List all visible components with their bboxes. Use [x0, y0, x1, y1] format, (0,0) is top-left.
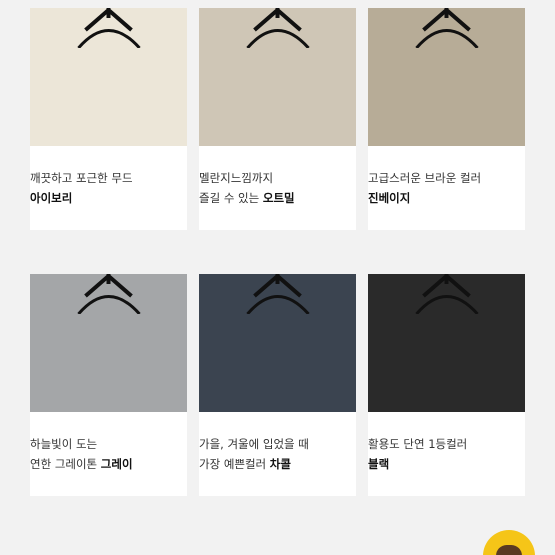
color-name: 차콜: [269, 457, 291, 471]
caption-line-2: 즐길 수 있는: [199, 191, 263, 205]
product-photo: [30, 8, 187, 146]
color-name: 아이보리: [30, 191, 73, 205]
product-caption: 깨끗하고 포근한 무드 아이보리: [30, 146, 187, 230]
product-caption: 하늘빛이 도는 연한 그레이톤 그레이: [30, 412, 187, 496]
hanger-icon: [76, 8, 141, 48]
product-color-grid: 깨끗하고 포근한 무드 아이보리 멜란지느낌까지 즐길 수 있는 오트밀 고급스: [0, 0, 555, 555]
product-card[interactable]: 멜란지느낌까지 즐길 수 있는 오트밀: [199, 8, 356, 230]
caption-line-2: 가장 예쁜컬러: [199, 457, 270, 471]
caption-line-1: 깨끗하고 포근한 무드: [30, 171, 133, 185]
caption-line-1: 활용도 단연 1등컬러: [368, 437, 468, 451]
caption-line-2: 연한 그레이톤: [30, 457, 101, 471]
product-card[interactable]: 하늘빛이 도는 연한 그레이톤 그레이: [30, 274, 187, 496]
color-name: 진베이지: [368, 191, 411, 205]
product-card[interactable]: 가을, 겨울에 입었을 때 가장 예쁜컬러 차콜: [199, 274, 356, 496]
hanger-icon: [76, 274, 141, 314]
product-card[interactable]: 고급스러운 브라운 컬러 진베이지: [368, 8, 525, 230]
color-name: 블랙: [368, 457, 390, 471]
color-name: 오트밀: [262, 191, 295, 205]
caption-line-1: 멜란지느낌까지: [199, 171, 274, 185]
caption-line-1: 하늘빛이 도는: [30, 437, 98, 451]
product-caption: 멜란지느낌까지 즐길 수 있는 오트밀: [199, 146, 356, 230]
caption-line-1: 가을, 겨울에 입었을 때: [199, 437, 309, 451]
chat-bot-icon: [496, 545, 522, 555]
hanger-icon: [245, 274, 310, 314]
product-photo: [199, 274, 356, 412]
caption-line-1: 고급스러운 브라운 컬러: [368, 171, 482, 185]
product-photo: [368, 8, 525, 146]
product-card[interactable]: 깨끗하고 포근한 무드 아이보리: [30, 8, 187, 230]
hanger-icon: [414, 8, 479, 48]
product-caption: 고급스러운 브라운 컬러 진베이지: [368, 146, 525, 230]
hanger-icon: [414, 274, 479, 314]
product-card[interactable]: 활용도 단연 1등컬러 블랙: [368, 274, 525, 496]
product-photo: [368, 274, 525, 412]
hanger-icon: [245, 8, 310, 48]
product-photo: [30, 274, 187, 412]
product-caption: 활용도 단연 1등컬러 블랙: [368, 412, 525, 496]
product-caption: 가을, 겨울에 입었을 때 가장 예쁜컬러 차콜: [199, 412, 356, 496]
color-name: 그레이: [100, 457, 133, 471]
product-photo: [199, 8, 356, 146]
